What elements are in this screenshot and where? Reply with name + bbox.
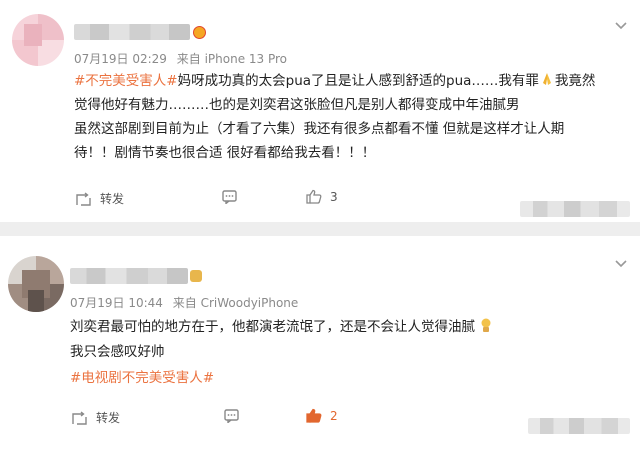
repost-icon: [72, 410, 87, 425]
post-date: 07月19日 02:29: [74, 52, 167, 66]
repost-button[interactable]: 转发: [72, 409, 120, 426]
username[interactable]: [70, 268, 188, 284]
post-text-line-3: #电视剧不完美受害人#: [70, 367, 214, 390]
post-source: 来自 iPhone 13 Pro: [176, 52, 288, 66]
post-text-line-1: 刘奕君最可怕的地方在于，他都演老流氓了，还是不会让人觉得油腻: [70, 316, 494, 339]
repost-button[interactable]: 转发: [76, 190, 124, 207]
topic-tag[interactable]: #电视剧不完美受害人#: [70, 370, 214, 386]
post-text-line-2: 我只会感叹好帅: [70, 344, 165, 360]
post-divider: [0, 222, 640, 236]
pray-emoji: [542, 73, 551, 85]
post-date: 07月19日 10:44: [70, 296, 163, 310]
blurred-content: [528, 418, 630, 434]
post-source: 来自 CriWoodyiPhone: [172, 296, 299, 310]
comment-icon: [224, 409, 239, 423]
comment-button[interactable]: [224, 409, 239, 423]
repost-label: 转发: [96, 411, 121, 425]
post-meta: 07月19日 10:44 来自 CriWoodyiPhone: [70, 294, 304, 311]
username[interactable]: [74, 24, 190, 40]
thinking-emoji: [481, 318, 491, 332]
blurred-content: [520, 201, 630, 217]
post-meta: 07月19日 02:29 来自 iPhone 13 Pro: [74, 50, 293, 67]
post-text-line-3: 虽然这部剧到目前为止（才看了六集）我还有很多点都看不懂 但就是这样才让人期: [74, 121, 565, 137]
like-count: 2: [330, 408, 338, 423]
repost-icon: [76, 191, 91, 206]
post-card-1: 07月19日 02:29 来自 iPhone 13 Pro #不完美受害人#妈呀…: [0, 0, 640, 222]
chevron-down-icon[interactable]: [614, 259, 628, 269]
chevron-down-icon[interactable]: [614, 21, 628, 31]
like-count: 3: [330, 189, 338, 204]
repost-label: 转发: [100, 192, 125, 206]
like-button[interactable]: 2: [306, 408, 338, 423]
topic-tag[interactable]: #不完美受害人#: [74, 73, 178, 89]
post-text-line-4: 待！！剧情节奏也很合适 很好看都给我去看！！！: [74, 145, 376, 161]
post-text-line-2: 觉得他好有魅力………也的是刘奕君这张脸但凡是别人都得变成中年油腻男: [74, 97, 520, 113]
post-text-line-1: #不完美受害人#妈呀成功真的太会pua了且是让人感到舒适的pua……我有罪 我竟然: [74, 73, 596, 89]
like-icon: [306, 189, 322, 204]
avatar[interactable]: [8, 256, 64, 312]
like-icon: [306, 408, 322, 423]
comment-icon: [222, 190, 237, 204]
avatar[interactable]: [12, 14, 64, 66]
vip-badge-icon: [190, 270, 202, 282]
comment-button[interactable]: [222, 190, 237, 204]
user-badge-icon: [193, 26, 206, 39]
like-button[interactable]: 3: [306, 189, 338, 204]
post-card-2: 07月19日 10:44 来自 CriWoodyiPhone 刘奕君最可怕的地方…: [0, 236, 640, 449]
